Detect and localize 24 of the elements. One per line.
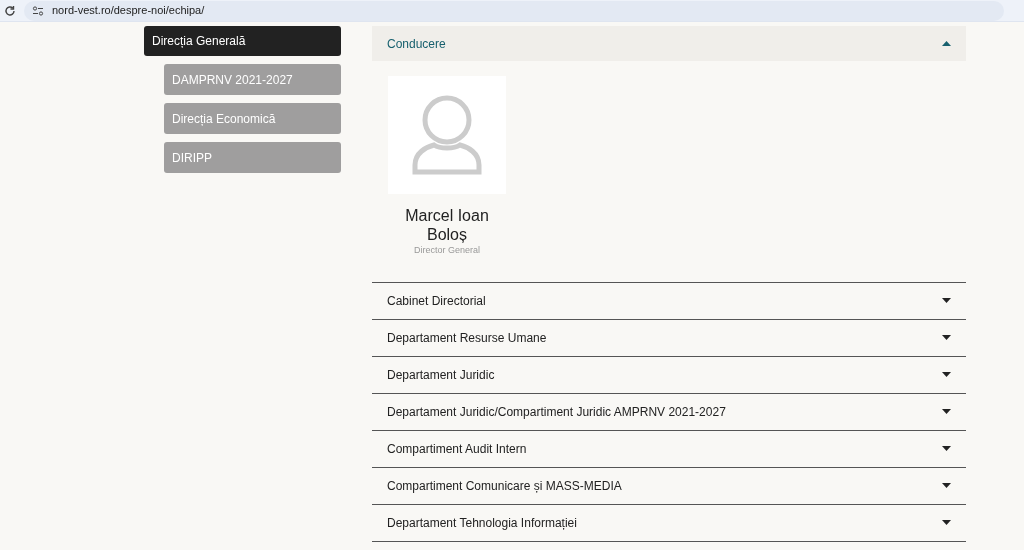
- caret-down-icon: [942, 520, 951, 525]
- address-bar[interactable]: nord-vest.ro/despre-noi/echipa/: [24, 0, 1004, 21]
- caret-up-icon: [942, 41, 951, 46]
- accordion-header[interactable]: Departament Tehnologia Informației: [372, 504, 966, 541]
- member-name: Marcel Ioan Boloș: [404, 206, 490, 244]
- caret-down-icon: [942, 446, 951, 451]
- accordion-header[interactable]: Departament Juridic: [372, 356, 966, 393]
- member-role: Director General: [414, 244, 480, 257]
- site-settings-icon[interactable]: [32, 5, 44, 16]
- reload-icon[interactable]: [4, 4, 16, 17]
- caret-down-icon: [942, 335, 951, 340]
- accordion-header[interactable]: Conducere: [372, 26, 966, 61]
- caret-down-icon: [942, 409, 951, 414]
- accordion-header[interactable]: Compartiment Comunicare și MASS-MEDIA: [372, 467, 966, 504]
- url-text: nord-vest.ro/despre-noi/echipa/: [52, 3, 205, 19]
- sidebar-item[interactable]: Direcția Generală: [144, 26, 341, 56]
- caret-down-icon: [942, 483, 951, 488]
- accordion-header[interactable]: Compartiment Audit Intern: [372, 430, 966, 467]
- accordion-header[interactable]: Cabinet Directorial: [372, 282, 966, 319]
- person-icon: [412, 95, 482, 175]
- caret-down-icon: [942, 372, 951, 377]
- caret-down-icon: [942, 298, 951, 303]
- accordion-header[interactable]: Departament Juridic/Compartiment Juridic AMPRNV 2021-2027: [372, 393, 966, 430]
- accordion-header[interactable]: Departament Resurse Umane: [372, 319, 966, 356]
